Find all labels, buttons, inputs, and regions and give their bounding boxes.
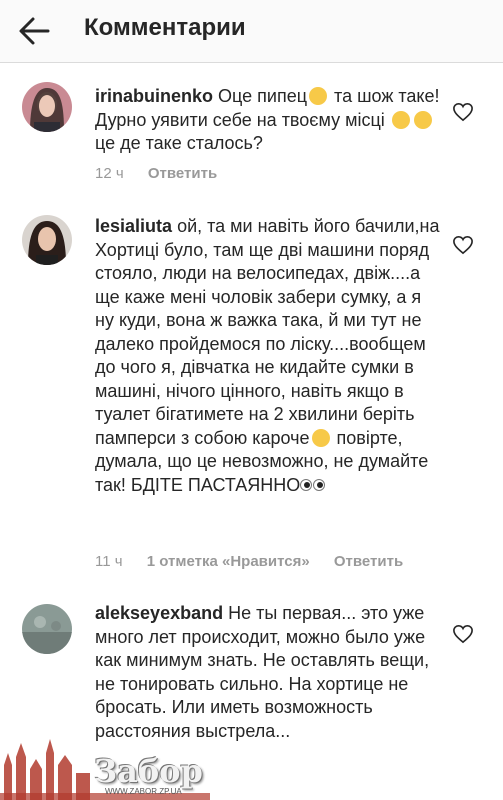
comment-meta: 11 ч 1 отметка «Нравится» Ответить — [95, 553, 423, 570]
laughing-crying-emoji-icon — [311, 428, 330, 447]
comment-time: 11 ч — [95, 553, 123, 570]
sad-face-emoji-icon — [309, 87, 328, 105]
arrow-left-icon[interactable] — [18, 16, 50, 46]
comment-text: irinabuinenko Оце пипец та шож таке! Дур… — [95, 86, 440, 153]
comment-text: alekseyexband Не ты первая... это уже мн… — [95, 603, 430, 741]
heart-outline-icon[interactable] — [452, 235, 474, 255]
avatar[interactable] — [22, 82, 72, 132]
app-bar: Комментарии — [0, 0, 503, 63]
reply-button[interactable]: Ответить — [334, 553, 403, 570]
comment-text: lesialiuta ой, та ми навіть його бачили,… — [95, 216, 440, 495]
crying-face-emoji-icon — [413, 110, 432, 129]
comment-username[interactable]: alekseyexband — [95, 603, 223, 623]
watermark-brand: Забор — [94, 752, 203, 790]
comment-time: 12 ч — [95, 165, 124, 182]
comment-meta: 12 ч Ответить — [95, 165, 237, 182]
likes-count-link[interactable]: 1 отметка «Нравится» — [147, 553, 310, 570]
comment-item: lesialiuta ой, та ми навіть його бачили,… — [0, 213, 503, 573]
crying-face-emoji-icon — [391, 110, 410, 129]
comment-username[interactable]: irinabuinenko — [95, 86, 213, 106]
heart-outline-icon[interactable] — [452, 624, 474, 644]
comment-item: irinabuinenko Оце пипец та шож таке! Дур… — [0, 80, 503, 190]
heart-outline-icon[interactable] — [452, 102, 474, 122]
comment-username[interactable]: lesialiuta — [95, 216, 172, 236]
avatar[interactable] — [22, 215, 72, 265]
watermark-url: WWW.ZABOR.ZP.UA — [105, 787, 182, 796]
reply-button[interactable]: Ответить — [148, 165, 217, 182]
page-title: Комментарии — [84, 14, 246, 41]
eyes-emoji-icon — [300, 478, 326, 491]
avatar[interactable] — [22, 604, 72, 654]
